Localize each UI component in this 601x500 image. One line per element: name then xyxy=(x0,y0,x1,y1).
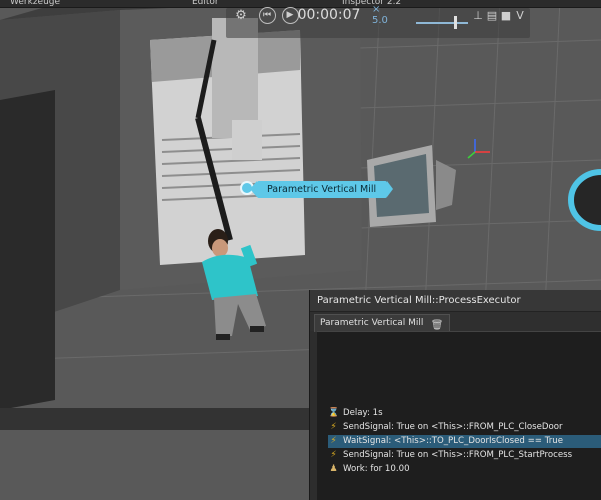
statement-send-signal-start-process[interactable]: ⚡ SendSignal: True on <This>::FROM_PLC_St… xyxy=(328,449,601,462)
hourglass-icon: ⌛ xyxy=(328,408,340,418)
panel-title: Parametric Vertical Mill::ProcessExecuto… xyxy=(310,290,601,312)
speed-slider-thumb[interactable] xyxy=(454,16,457,29)
marker-icon[interactable]: ⊥ xyxy=(472,5,484,25)
play-icon: ▶ xyxy=(281,6,299,24)
statement-work[interactable]: ♟ Work: for 10.00 xyxy=(328,463,601,476)
video-camera-icon[interactable]: ■ xyxy=(500,5,512,25)
process-executor-panel: Parametric Vertical Mill::ProcessExecuto… xyxy=(309,290,601,500)
simulation-speed: × 5.0 xyxy=(372,4,388,26)
statement-list: ⌛ Delay: 1s ⚡ SendSignal: True on <This>::… xyxy=(317,331,601,500)
menu-editor[interactable]: Editor xyxy=(192,0,219,7)
conveyor-ring xyxy=(568,169,601,231)
bottom-strip xyxy=(0,408,309,430)
component-label[interactable]: Parametric Vertical Mill xyxy=(249,181,394,198)
machine-frame xyxy=(0,90,55,410)
settings-gear-icon[interactable]: ⚙ xyxy=(234,5,248,25)
menu-werkzeuge[interactable]: Werkzeuge xyxy=(10,0,60,7)
tab-label: Parametric Vertical Mill xyxy=(320,318,424,328)
tab-parametric-vertical-mill[interactable]: Parametric Vertical Mill 🗑 xyxy=(314,314,451,332)
document-icon[interactable]: ▤ xyxy=(486,5,498,25)
wait-signal-icon: ⚡ xyxy=(330,436,337,446)
simulation-time: 00:00:07 xyxy=(297,7,361,23)
vr-icon[interactable]: V xyxy=(514,5,526,25)
statement-send-signal-close-door[interactable]: ⚡ SendSignal: True on <This>::FROM_PLC_Cl… xyxy=(328,421,601,434)
signal-bolt-icon: ⚡ xyxy=(330,450,337,460)
panel-tabbar: Parametric Vertical Mill 🗑 xyxy=(310,312,601,332)
statement-wait-signal[interactable]: ⚡ WaitSignal: <This>::TO_PLC_DoorIsClosed… xyxy=(328,435,601,448)
rewind-icon: ⏮ xyxy=(258,6,276,24)
rewind-button[interactable]: ⏮ xyxy=(257,5,277,25)
speed-slider[interactable] xyxy=(416,22,468,24)
signal-bolt-icon: ⚡ xyxy=(330,422,337,432)
statement-delay[interactable]: ⌛ Delay: 1s xyxy=(328,407,601,420)
work-icon: ♟ xyxy=(329,464,338,474)
